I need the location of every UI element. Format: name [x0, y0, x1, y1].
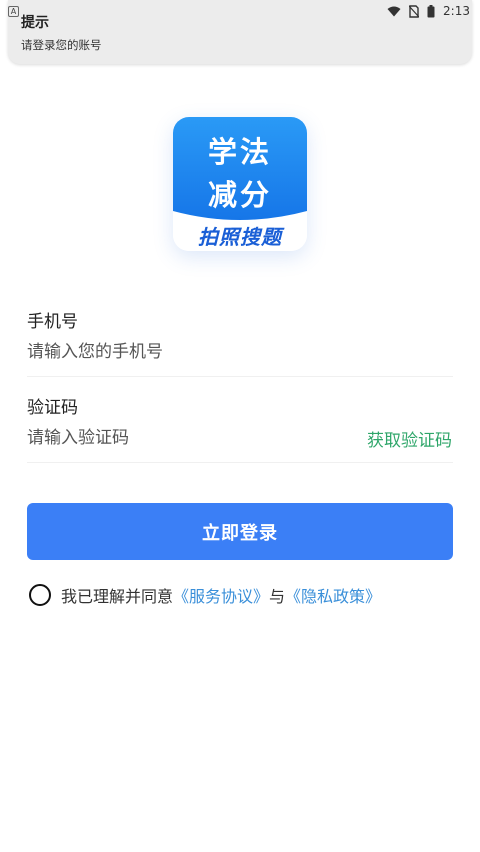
login-screen: A 2:13 提示 请登录您的账号 学法 减分 拍照搜题 手机号 请输入您的手机… [0, 0, 480, 852]
phone-input[interactable] [27, 338, 357, 366]
status-time: 2:13 [443, 4, 470, 18]
code-label: 验证码 [27, 398, 78, 418]
service-agreement-link[interactable]: 《服务协议》 [173, 583, 269, 607]
code-divider [27, 462, 453, 463]
notification-message: 请登录您的账号 [21, 38, 102, 52]
agreement-and: 与 [269, 587, 286, 606]
app-logo: 学法 减分 拍照搜题 [173, 117, 307, 251]
status-bar: A 2:13 [0, 0, 480, 22]
phone-divider [27, 376, 453, 377]
code-input[interactable] [27, 424, 327, 452]
logo-line-1: 学法 [208, 135, 272, 169]
privacy-policy-link[interactable]: 《隐私政策》 [285, 583, 381, 607]
logo-line-2: 减分 [208, 178, 272, 212]
get-code-button[interactable]: 获取验证码 [367, 426, 452, 451]
status-left: A [8, 5, 19, 17]
agreement-prefix: 我已理解并同意 [61, 587, 174, 606]
no-sim-icon [409, 4, 420, 18]
phone-label: 手机号 [27, 312, 78, 332]
agreement-row: 我已理解并同意 《服务协议》 与 《隐私政策》 [29, 583, 381, 607]
status-right: 2:13 [387, 4, 470, 18]
battery-icon [427, 4, 435, 18]
wifi-icon [387, 6, 401, 17]
agree-checkbox[interactable] [29, 584, 51, 606]
login-button[interactable]: 立即登录 [27, 503, 453, 560]
logo-tagline: 拍照搜题 [198, 225, 285, 249]
notification-app-icon: A [8, 5, 19, 17]
